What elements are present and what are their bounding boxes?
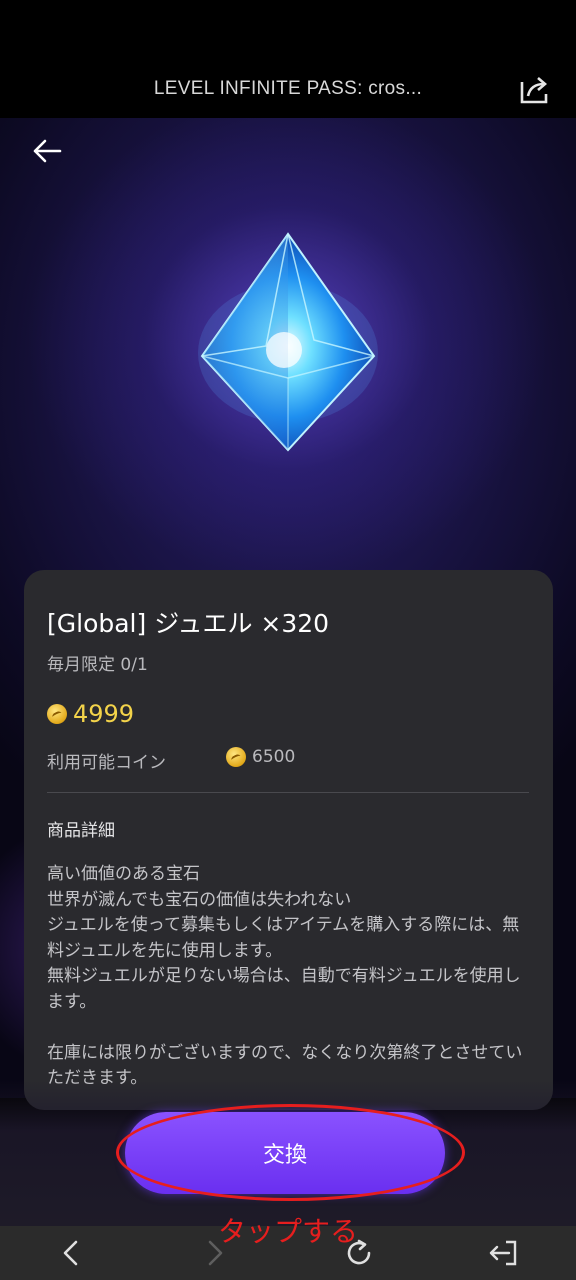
annotation-text: タップする [218,1215,359,1248]
share-icon[interactable] [516,72,552,108]
available-coins-label: 利用可能コイン [47,753,166,773]
window-title: LEVEL INFINITE PASS: cros... [153,78,423,99]
available-coins-value: 6500 [252,747,296,767]
item-name: [Global] ジュエル ×320 [47,609,330,638]
detail-text: 高い価値のある宝石 世界が滅んでも宝石の価値は失われない ジュエルを使って募集も… [47,864,523,1088]
arrow-left-icon[interactable] [30,134,64,168]
available-coins: 6500 [226,747,295,767]
detail-heading: 商品詳細 [47,821,115,841]
coin-icon [47,704,67,724]
jewel-icon [198,232,378,452]
purchase-limit: 毎月限定 0/1 [47,655,148,675]
title-bar: LEVEL INFINITE PASS: cros... [0,0,576,118]
divider [47,792,529,793]
coin-icon [226,747,246,767]
annotation-circle [116,1104,465,1201]
exit-icon[interactable] [488,1238,518,1268]
price-value: 4999 [73,700,135,728]
item-detail-card: [Global] ジュエル ×320 毎月限定 0/1 4999 利用可能コイン… [24,570,553,1110]
chevron-left-icon[interactable] [56,1238,86,1268]
item-price: 4999 [47,700,134,728]
